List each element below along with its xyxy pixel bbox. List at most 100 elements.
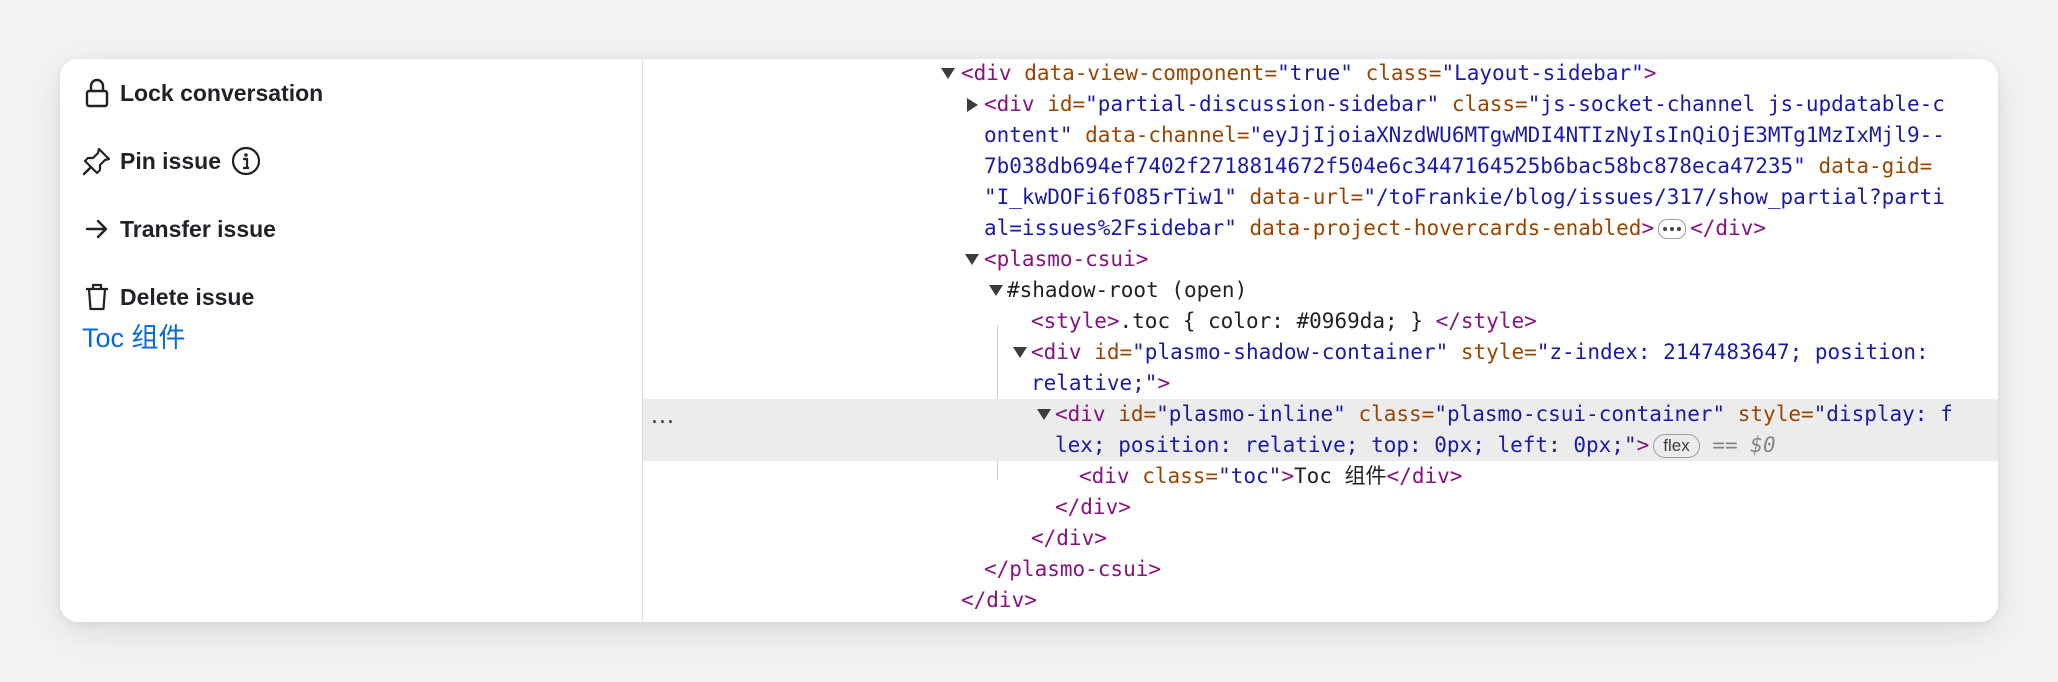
dom-node-plasmo-inline-selected[interactable]: ... <div id="plasmo-inline" class="plasm…: [643, 399, 1998, 430]
tag-open: <div: [984, 92, 1035, 116]
attr-value: "plasmo-inline": [1156, 402, 1346, 426]
tag-end: </style>: [1435, 309, 1537, 333]
style-text: .toc { color: #0969da; }: [1119, 309, 1436, 333]
expand-triangle-icon[interactable]: [1037, 409, 1051, 420]
attr-value: "true": [1277, 61, 1353, 85]
dom-node-close[interactable]: </plasmo-csui>: [643, 554, 1998, 585]
pin-issue-label: Pin issue: [120, 147, 221, 174]
attr-value: "partial-discussion-sidebar": [1085, 92, 1440, 116]
tag-close: >: [1157, 371, 1171, 395]
attr-name: id=: [1105, 402, 1157, 426]
dom-node-shadow-root[interactable]: #shadow-root (open): [643, 275, 1998, 306]
tag-open: <div: [961, 61, 1012, 85]
attr-value: "toc": [1218, 464, 1282, 488]
delete-issue-label: Delete issue: [120, 283, 255, 310]
dom-node-layout-sidebar[interactable]: <div data-view-component="true" class="L…: [643, 59, 1998, 89]
toc-component[interactable]: Toc 组件: [82, 316, 186, 355]
dom-node-continuation: ontent" data-channel="eyJjIjoiaXNzdWU6MT…: [643, 120, 1998, 151]
tag-open: <div: [1055, 402, 1106, 426]
dom-node-style[interactable]: <style>.toc { color: #0969da; } </style>: [643, 306, 1998, 337]
expand-triangle-icon[interactable]: [941, 68, 955, 79]
attr-value: "/toFrankie/blog/issues/317/show_partial…: [1363, 185, 1945, 209]
expand-triangle-icon[interactable]: [989, 285, 1003, 296]
row-menu-icon[interactable]: ...: [651, 401, 675, 432]
dom-node-partial-discussion-sidebar[interactable]: <div id="partial-discussion-sidebar" cla…: [643, 89, 1998, 120]
tag-close: >: [1643, 61, 1657, 85]
attr-value: lex; position: relative; top: 0px; left:…: [1055, 433, 1637, 457]
devtools-elements-panel: <div data-view-component="true" class="L…: [643, 59, 1998, 622]
dom-node-continuation: relative;">: [643, 368, 1998, 399]
dom-node-plasmo-csui[interactable]: <plasmo-csui>: [643, 244, 1998, 275]
pin-issue-button[interactable]: Pin issue: [82, 143, 261, 179]
dom-node-close[interactable]: </div>: [643, 585, 1998, 616]
expand-triangle-icon[interactable]: [1013, 347, 1027, 358]
attr-name: class=: [1345, 402, 1435, 426]
lock-conversation-label: Lock conversation: [120, 79, 324, 106]
window: Lock conversation Pin issue Transfer iss…: [60, 59, 1998, 622]
attr-value: "plasmo-shadow-container": [1132, 340, 1449, 364]
tag-end: </div>: [961, 588, 1037, 612]
attr-value: al=issues%2Fsidebar": [984, 216, 1237, 240]
attr-name: data-gid=: [1805, 154, 1933, 178]
tag-end: </plasmo-csui>: [984, 557, 1162, 581]
attr-value: "z-index: 2147483647; position:: [1536, 340, 1929, 364]
dom-node-plasmo-shadow-container[interactable]: <div id="plasmo-shadow-container" style=…: [643, 337, 1998, 368]
attr-value: "display: f: [1813, 402, 1953, 426]
attr-value: "js-socket-channel js-updatable-c: [1527, 92, 1945, 116]
attr-name: id=: [1034, 92, 1086, 116]
dom-node-continuation: al=issues%2Fsidebar" data-project-hoverc…: [643, 213, 1998, 244]
equals-marker: ==: [1699, 433, 1751, 457]
attr-name: class=: [1352, 61, 1442, 85]
attr-value: "eyJjIjoiaXNzdWU6MTgwMDI4NTIzNyIsInQiOjE…: [1249, 123, 1945, 147]
attr-value: relative;": [1031, 371, 1158, 395]
dom-node-toc[interactable]: <div class="toc">Toc 组件</div>: [643, 461, 1998, 492]
expand-ellipsis-button[interactable]: [1658, 219, 1687, 239]
attr-value: "plasmo-csui-container": [1434, 402, 1726, 426]
tag-close: >: [1281, 464, 1294, 488]
transfer-issue-label: Transfer issue: [120, 215, 276, 242]
transfer-issue-button[interactable]: Transfer issue: [82, 211, 276, 247]
dom-node-continuation: "I_kwDOFi6fO85rTiw1" data-url="/toFranki…: [643, 182, 1998, 213]
attr-name: style=: [1725, 402, 1814, 426]
attr-value: "Layout-sidebar": [1441, 61, 1644, 85]
tag-open: <div: [1079, 464, 1130, 488]
arrow-right-icon: [82, 214, 112, 244]
collapse-triangle-icon[interactable]: [967, 98, 978, 112]
tag-open: <div: [1031, 340, 1082, 364]
attr-name: data-url=: [1236, 185, 1364, 209]
lock-conversation-button[interactable]: Lock conversation: [82, 75, 323, 111]
pin-icon: [82, 146, 112, 176]
shadow-root-label: #shadow-root (open): [1007, 278, 1248, 302]
dom-node-close[interactable]: </div>: [643, 492, 1998, 523]
dom-node-close[interactable]: </div>: [643, 523, 1998, 554]
attr-name: data-project-hovercards-enabled: [1236, 216, 1642, 240]
attr-name: data-channel=: [1072, 123, 1250, 147]
node-text: Toc 组件: [1293, 464, 1387, 488]
console-ref: $0: [1750, 433, 1776, 457]
attr-value: "I_kwDOFi6fO85rTiw1": [984, 185, 1237, 209]
tag-end: </div>: [1386, 464, 1463, 488]
tag-open: <style>: [1031, 309, 1120, 333]
tag-end: </div>: [1055, 495, 1131, 519]
lock-icon: [82, 78, 112, 108]
tag-close: >: [1636, 433, 1650, 457]
attr-name: id=: [1081, 340, 1133, 364]
dom-node-continuation: 7b038db694ef7402f2718814672f504e6c344716…: [643, 151, 1998, 182]
tag-end: </div>: [1031, 526, 1107, 550]
attr-value: ontent": [984, 123, 1073, 147]
attr-name: class=: [1439, 92, 1528, 116]
flex-badge[interactable]: flex: [1653, 434, 1700, 458]
dom-node-continuation: lex; position: relative; top: 0px; left:…: [643, 430, 1998, 461]
issue-sidebar: Lock conversation Pin issue Transfer iss…: [60, 59, 643, 622]
tag-end: </div>: [1690, 216, 1766, 240]
tag-open: <plasmo-csui>: [984, 247, 1149, 271]
attr-name: data-view-component=: [1011, 61, 1278, 85]
attr-value: 7b038db694ef7402f2718814672f504e6c344716…: [984, 154, 1806, 178]
trash-icon: [82, 282, 112, 312]
attr-name: class=: [1129, 464, 1219, 488]
info-icon[interactable]: [231, 146, 261, 176]
attr-name: style=: [1448, 340, 1537, 364]
tag-close: >: [1641, 216, 1655, 240]
expand-triangle-icon[interactable]: [965, 254, 979, 265]
delete-issue-button[interactable]: Delete issue: [82, 279, 254, 315]
